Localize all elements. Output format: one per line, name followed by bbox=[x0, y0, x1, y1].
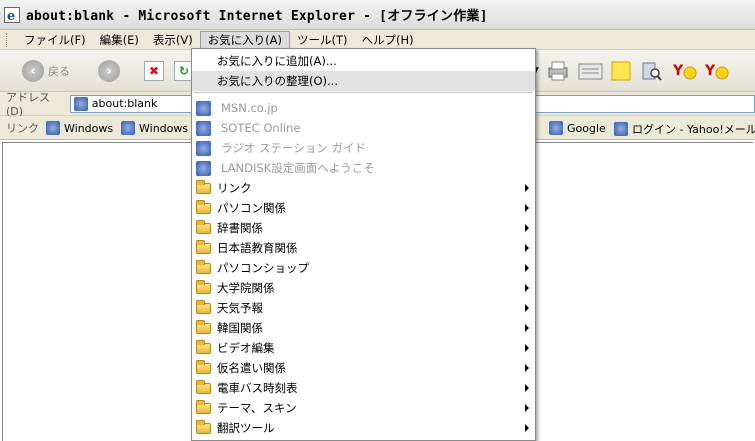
folder-icon bbox=[196, 239, 211, 254]
folder-item[interactable]: 辞書関係 bbox=[192, 218, 535, 238]
forward-button[interactable]: › bbox=[98, 59, 120, 83]
folder-icon bbox=[196, 259, 211, 274]
ie-page-icon bbox=[196, 160, 211, 176]
svg-text:Y: Y bbox=[705, 63, 716, 79]
menu-tools[interactable]: ツール(T) bbox=[290, 31, 355, 49]
submenu-arrow-icon bbox=[525, 264, 529, 272]
favorite-item[interactable]: LANDISK設定画面へようこそ bbox=[192, 158, 535, 178]
stop-icon: ✖ bbox=[144, 61, 164, 81]
yahoo-button-1[interactable]: Y bbox=[673, 59, 699, 83]
back-label: 戻る bbox=[48, 65, 70, 78]
edit-page-icon bbox=[578, 63, 603, 80]
research-button[interactable] bbox=[640, 59, 662, 83]
folder-icon bbox=[196, 299, 211, 314]
menu-bar: ファイル(F) 編集(E) 表示(V) お気に入り(A) ツール(T) ヘルプ(… bbox=[0, 30, 755, 50]
svg-text:e: e bbox=[7, 9, 15, 23]
submenu-arrow-icon bbox=[525, 204, 529, 212]
printer-icon bbox=[548, 61, 568, 81]
submenu-arrow-icon bbox=[525, 244, 529, 252]
ie-page-icon bbox=[196, 100, 211, 116]
submenu-arrow-icon bbox=[525, 424, 529, 432]
favorites-menu: お気に入りに追加(A)... お気に入りの整理(O)... MSN.co.jp … bbox=[191, 48, 536, 441]
page-icon bbox=[549, 121, 563, 135]
submenu-arrow-icon bbox=[525, 324, 529, 332]
page-icon bbox=[46, 121, 60, 135]
ie-logo-icon: e bbox=[4, 6, 20, 23]
menubar-grip[interactable] bbox=[6, 32, 9, 47]
folder-item[interactable]: 仮名遣い関係 bbox=[192, 358, 535, 378]
folder-icon bbox=[196, 379, 211, 394]
title-bar: e about:blank - Microsoft Internet Explo… bbox=[0, 0, 755, 30]
links-label: リンク bbox=[6, 121, 39, 135]
folder-icon bbox=[196, 419, 211, 434]
ie-page-icon bbox=[196, 140, 211, 156]
page-icon bbox=[614, 122, 628, 136]
folder-item[interactable]: 天気予報 bbox=[192, 298, 535, 318]
back-arrow-icon: ‹ bbox=[22, 60, 44, 82]
menu-help[interactable]: ヘルプ(H) bbox=[355, 31, 421, 49]
menu-item-add-favorite[interactable]: お気に入りに追加(A)... bbox=[192, 51, 535, 71]
menu-edit[interactable]: 編集(E) bbox=[93, 31, 146, 49]
menu-item-organize-favorites[interactable]: お気に入りの整理(O)... bbox=[192, 71, 535, 91]
submenu-arrow-icon bbox=[525, 184, 529, 192]
submenu-arrow-icon bbox=[525, 404, 529, 412]
folder-icon bbox=[196, 199, 211, 214]
favorite-item[interactable]: SOTEC Online bbox=[192, 118, 535, 138]
page-icon bbox=[73, 96, 88, 111]
yahoo-smiley-icon: Y bbox=[673, 63, 697, 80]
folder-icon bbox=[196, 359, 211, 374]
submenu-arrow-icon bbox=[525, 304, 529, 312]
folder-icon bbox=[196, 279, 211, 294]
folder-item[interactable]: リンク bbox=[192, 178, 535, 198]
window-title: about:blank - Microsoft Internet Explore… bbox=[26, 9, 488, 24]
research-icon bbox=[642, 62, 662, 81]
stop-button[interactable]: ✖ bbox=[144, 59, 164, 83]
submenu-arrow-icon bbox=[525, 364, 529, 372]
folder-item[interactable]: 日本語教育関係 bbox=[192, 238, 535, 258]
back-button[interactable]: ‹ 戻る bbox=[22, 59, 70, 83]
menu-favorites[interactable]: お気に入り(A) bbox=[199, 30, 291, 49]
yahoo-smiley-icon: Y bbox=[705, 63, 729, 80]
favorite-item[interactable]: MSN.co.jp bbox=[192, 98, 535, 118]
link-yahoo-mail[interactable]: ログイン - Yahoo!メール bbox=[614, 121, 755, 137]
folder-item[interactable]: ビデオ編集 bbox=[192, 338, 535, 358]
page-icon bbox=[121, 121, 135, 135]
menu-separator bbox=[194, 92, 533, 93]
folder-item[interactable]: 韓国関係 bbox=[192, 318, 535, 338]
address-value: about:blank bbox=[91, 97, 158, 110]
folder-item[interactable]: 大学院関係 bbox=[192, 278, 535, 298]
svg-text:Y: Y bbox=[673, 63, 684, 79]
folder-icon bbox=[196, 399, 211, 414]
submenu-arrow-icon bbox=[525, 384, 529, 392]
menu-view[interactable]: 表示(V) bbox=[146, 31, 200, 49]
sticky-note-icon bbox=[611, 61, 631, 81]
submenu-arrow-icon bbox=[525, 344, 529, 352]
folder-item[interactable]: 電車バス時刻表 bbox=[192, 378, 535, 398]
submenu-arrow-icon bbox=[525, 224, 529, 232]
folder-icon bbox=[196, 339, 211, 354]
menu-file[interactable]: ファイル(F) bbox=[17, 31, 93, 49]
link-windows-2[interactable]: Windows bbox=[121, 121, 188, 135]
link-google[interactable]: Google bbox=[549, 121, 606, 135]
forward-arrow-icon: › bbox=[98, 60, 120, 82]
link-windows-1[interactable]: Windows bbox=[46, 121, 113, 135]
folder-icon bbox=[196, 179, 211, 194]
folder-item[interactable]: テーマ、スキン bbox=[192, 398, 535, 418]
favorite-item[interactable]: ラジオ ステーション ガイド bbox=[192, 138, 535, 158]
folder-item[interactable]: パソコンショップ bbox=[192, 258, 535, 278]
ie-page-icon bbox=[196, 120, 211, 136]
folder-item[interactable]: 翻訳ツール bbox=[192, 418, 535, 438]
folder-item[interactable]: パソコン関係 bbox=[192, 198, 535, 218]
yahoo-button-2[interactable]: Y bbox=[705, 59, 731, 83]
edit-button[interactable] bbox=[578, 59, 604, 83]
note-button[interactable] bbox=[610, 59, 632, 83]
address-label: アドレス(D) bbox=[6, 91, 50, 118]
folder-icon bbox=[196, 319, 211, 334]
submenu-arrow-icon bbox=[525, 284, 529, 292]
print-button[interactable] bbox=[546, 59, 570, 83]
folder-icon bbox=[196, 219, 211, 234]
